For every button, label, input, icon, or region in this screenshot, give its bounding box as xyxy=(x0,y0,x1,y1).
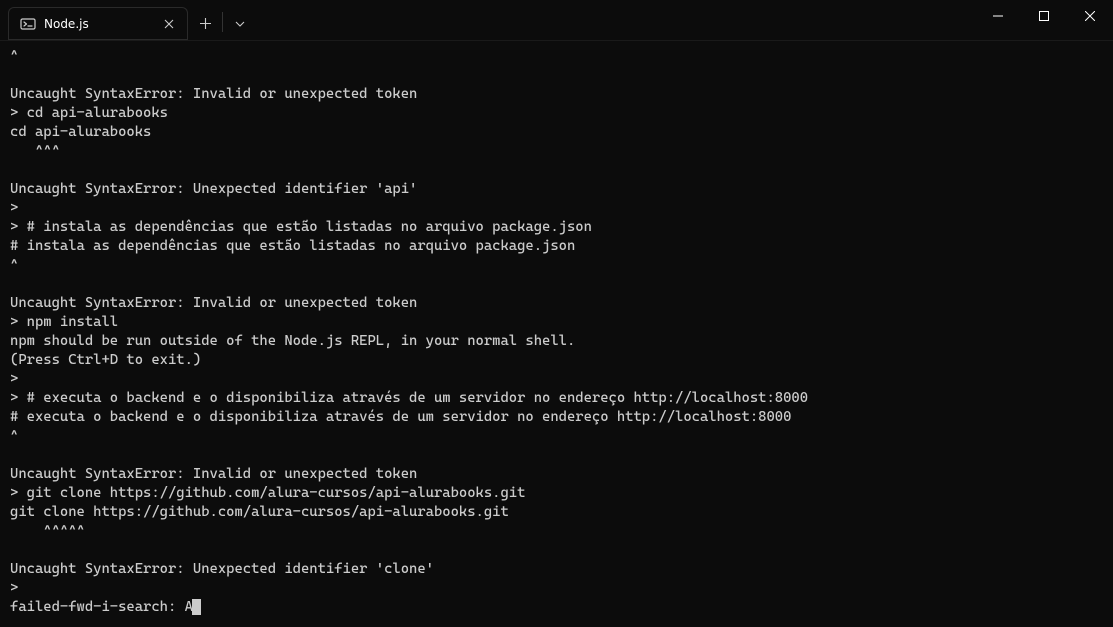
terminal-line xyxy=(10,275,1103,294)
terminal-line: npm should be run outside of the Node.js… xyxy=(10,332,1103,351)
terminal-line: > xyxy=(10,199,1103,218)
tab-dropdown-button[interactable] xyxy=(223,7,257,40)
terminal-line: > cd api-alurabooks xyxy=(10,104,1103,123)
terminal-line: failed-fwd-i-search: A xyxy=(10,598,1103,617)
terminal-line xyxy=(10,66,1103,85)
tabs-area: Node.js xyxy=(0,0,257,40)
terminal-line: > npm install xyxy=(10,313,1103,332)
nodejs-icon xyxy=(20,16,36,32)
window-controls xyxy=(975,0,1113,40)
terminal-line: Uncaught SyntaxError: Invalid or unexpec… xyxy=(10,294,1103,313)
terminal-line: > xyxy=(10,579,1103,598)
terminal-line xyxy=(10,161,1103,180)
terminal-line: ^^^^^ xyxy=(10,522,1103,541)
terminal-line: ^^^ xyxy=(10,142,1103,161)
terminal-line: (Press Ctrl+D to exit.) xyxy=(10,351,1103,370)
terminal-line: cd api-alurabooks xyxy=(10,123,1103,142)
terminal-line: > # instala as dependências que estão li… xyxy=(10,218,1103,237)
terminal-line: # executa o backend e o disponibiliza at… xyxy=(10,408,1103,427)
tab-title: Node.js xyxy=(44,17,122,31)
titlebar-drag-area[interactable] xyxy=(257,0,975,40)
tab-close-button[interactable] xyxy=(160,15,178,33)
terminal-line: Uncaught SyntaxError: Unexpected identif… xyxy=(10,560,1103,579)
new-tab-button[interactable] xyxy=(188,7,222,40)
minimize-button[interactable] xyxy=(975,0,1021,32)
terminal-output[interactable]: ^ Uncaught SyntaxError: Invalid or unexp… xyxy=(0,41,1113,627)
terminal-line: Uncaught SyntaxError: Invalid or unexpec… xyxy=(10,85,1103,104)
titlebar: Node.js xyxy=(0,0,1113,41)
tab-nodejs[interactable]: Node.js xyxy=(8,7,188,40)
maximize-button[interactable] xyxy=(1021,0,1067,32)
terminal-window: Node.js ^ Uncaug xyxy=(0,0,1113,627)
terminal-line: ^ xyxy=(10,256,1103,275)
terminal-line: Uncaught SyntaxError: Invalid or unexpec… xyxy=(10,465,1103,484)
terminal-line: > git clone https://github.com/alura-cur… xyxy=(10,484,1103,503)
terminal-line: > xyxy=(10,370,1103,389)
terminal-line xyxy=(10,446,1103,465)
close-button[interactable] xyxy=(1067,0,1113,32)
terminal-line: > # executa o backend e o disponibiliza … xyxy=(10,389,1103,408)
terminal-line: # instala as dependências que estão list… xyxy=(10,237,1103,256)
terminal-line: ^ xyxy=(10,427,1103,446)
terminal-line xyxy=(10,541,1103,560)
terminal-line: Uncaught SyntaxError: Unexpected identif… xyxy=(10,180,1103,199)
terminal-line: git clone https://github.com/alura-curso… xyxy=(10,503,1103,522)
cursor xyxy=(192,599,201,615)
terminal-line: ^ xyxy=(10,47,1103,66)
